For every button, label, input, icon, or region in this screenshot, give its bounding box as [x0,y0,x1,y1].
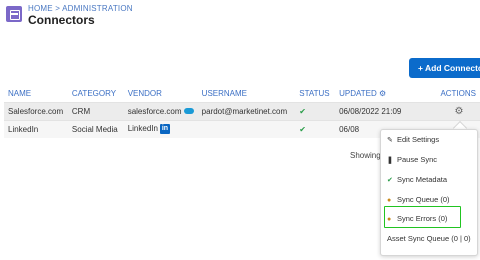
gear-icon[interactable]: ⚙ [455,106,464,117]
column-header-updated[interactable]: UPDATED ⚙ [335,86,430,102]
table-header-row: NAME CATEGORY VENDOR USERNAME STATUS UPD… [4,86,480,102]
sort-indicator-icon: ⚙ [378,89,387,99]
table-row[interactable]: Salesforce.com CRM salesforce.com pardot… [4,102,480,120]
column-header-updated-label: UPDATED [339,89,377,99]
column-header-category[interactable]: CATEGORY [68,86,124,102]
column-header-actions: ACTIONS [440,89,476,99]
linkedin-icon: in [159,124,170,135]
menu-item-label: Edit Settings [397,135,440,144]
cell-vendor: LinkedIn in [124,120,198,138]
cell-vendor: salesforce.com [124,102,198,120]
check-icon: ✔ [299,124,306,134]
cell-name[interactable]: Salesforce.com [4,102,68,120]
vendor-label: LinkedIn [127,124,158,134]
check-icon: ✔ [387,177,393,184]
cell-username: pardot@marketinet.com [201,106,288,116]
menu-item-label: Asset Sync Queue (0 | 0) [387,234,471,243]
menu-item-label: Pause Sync [397,155,438,164]
menu-item-edit-settings[interactable]: ✎ Edit Settings [387,135,439,144]
cell-status: ✔ [295,102,335,120]
menu-item-pause-sync[interactable]: ❚ Pause Sync [387,155,437,164]
column-header-vendor[interactable]: VENDOR [124,86,198,102]
edit-icon: ✎ [387,137,393,144]
cell-updated: 06/08/2022 21:09 [339,106,402,116]
actions-menu: ✎ Edit Settings ❚ Pause Sync ✔ Sync Metadat… [380,129,478,256]
cell-name[interactable]: LinkedIn [4,120,68,138]
check-icon: ✔ [299,106,306,116]
pause-icon: ❚ [387,157,393,164]
menu-item-sync-queue[interactable]: ● Sync Queue (0) [387,195,450,204]
breadcrumb[interactable]: HOME > ADMINISTRATION [28,4,133,13]
menu-item-asset-sync-queue[interactable]: Asset Sync Queue (0 | 0) [387,234,471,243]
salesforce-cloud-icon [183,108,194,115]
pagination-info: Showing [350,151,381,160]
column-header-status[interactable]: STATUS [295,86,335,102]
cell-username [198,120,296,138]
cell-actions[interactable]: ⚙ [431,102,480,120]
menu-item-sync-metadata[interactable]: ✔ Sync Metadata [387,175,447,184]
menu-item-label: Sync Queue (0) [397,195,450,204]
cell-category: Social Media [71,124,118,134]
column-header-username[interactable]: USERNAME [198,86,296,102]
vendor-label: salesforce.com [127,106,182,116]
highlight-box [384,206,461,228]
cell-status: ✔ [295,120,335,138]
page-title: Connectors [28,13,95,27]
connectors-icon [6,6,22,22]
column-header-name[interactable]: NAME [4,86,68,102]
cell-category: CRM [71,106,91,116]
page-header: HOME > ADMINISTRATION Connectors [0,0,480,30]
menu-item-label: Sync Metadata [397,175,448,184]
add-connector-button[interactable]: + Add Connecto [409,58,480,78]
users-icon: ● [387,197,392,204]
